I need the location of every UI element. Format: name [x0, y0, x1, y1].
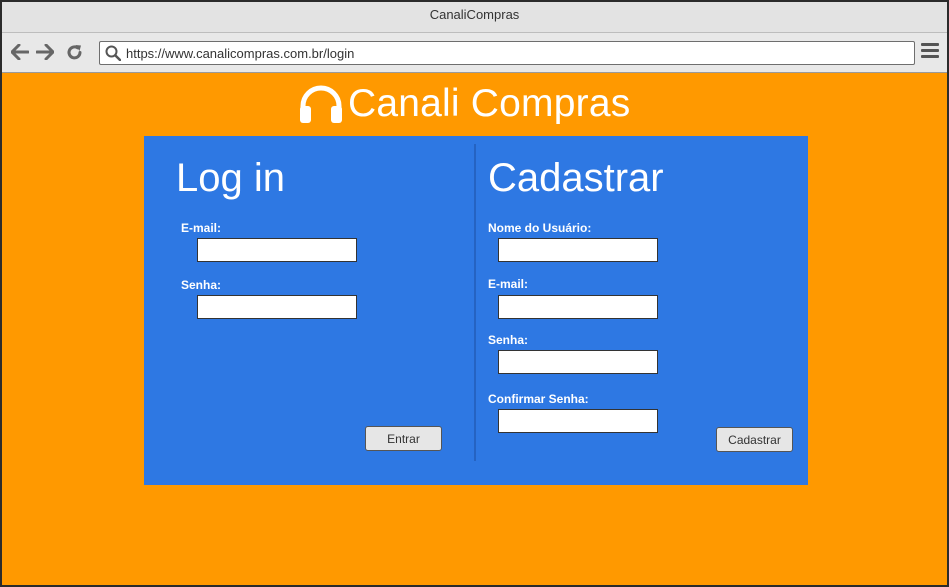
register-password-field[interactable] — [498, 350, 658, 374]
column-divider — [474, 144, 476, 461]
register-confirm-password-field[interactable] — [498, 409, 658, 433]
login-password-field[interactable] — [197, 295, 357, 319]
login-button[interactable]: Entrar — [365, 426, 442, 451]
arrow-right-icon — [36, 44, 54, 60]
search-icon — [105, 45, 121, 61]
login-email-label: E-mail: — [181, 221, 222, 235]
register-confirm-password-label: Confirmar Senha: — [488, 392, 589, 406]
register-title: Cadastrar — [488, 156, 664, 200]
hamburger-menu-icon[interactable] — [921, 43, 939, 61]
register-username-field[interactable] — [498, 238, 658, 262]
address-bar[interactable] — [99, 41, 915, 65]
url-input[interactable] — [126, 44, 906, 62]
register-username-label: Nome do Usuário: — [488, 221, 592, 235]
reload-icon — [67, 44, 81, 59]
browser-window: CanaliCompras https://www.canalicompras.… — [0, 0, 949, 587]
register-email-field[interactable] — [498, 295, 658, 319]
page-content: Canali Compras Log in E-mail: Senha: Ent… — [2, 74, 947, 585]
auth-panel: Log in E-mail: Senha: Entrar Cadastrar N… — [144, 136, 808, 485]
login-email-field[interactable] — [197, 238, 357, 262]
brand-name: Canali Compras — [348, 82, 631, 125]
register-password-label: Senha: — [488, 333, 529, 347]
register-button[interactable]: Cadastrar — [716, 427, 793, 452]
arrow-left-icon — [11, 44, 29, 60]
login-password-label: Senha: — [181, 278, 222, 292]
register-email-label: E-mail: — [488, 277, 529, 291]
browser-toolbar — [2, 33, 947, 73]
window-title: CanaliCompras — [2, 2, 947, 33]
reload-button[interactable] — [64, 42, 84, 62]
login-title: Log in — [176, 156, 285, 200]
back-button[interactable] — [10, 42, 30, 62]
headphones-icon — [300, 85, 342, 123]
forward-button[interactable] — [35, 42, 55, 62]
brand-logo: Canali Compras — [298, 82, 630, 126]
